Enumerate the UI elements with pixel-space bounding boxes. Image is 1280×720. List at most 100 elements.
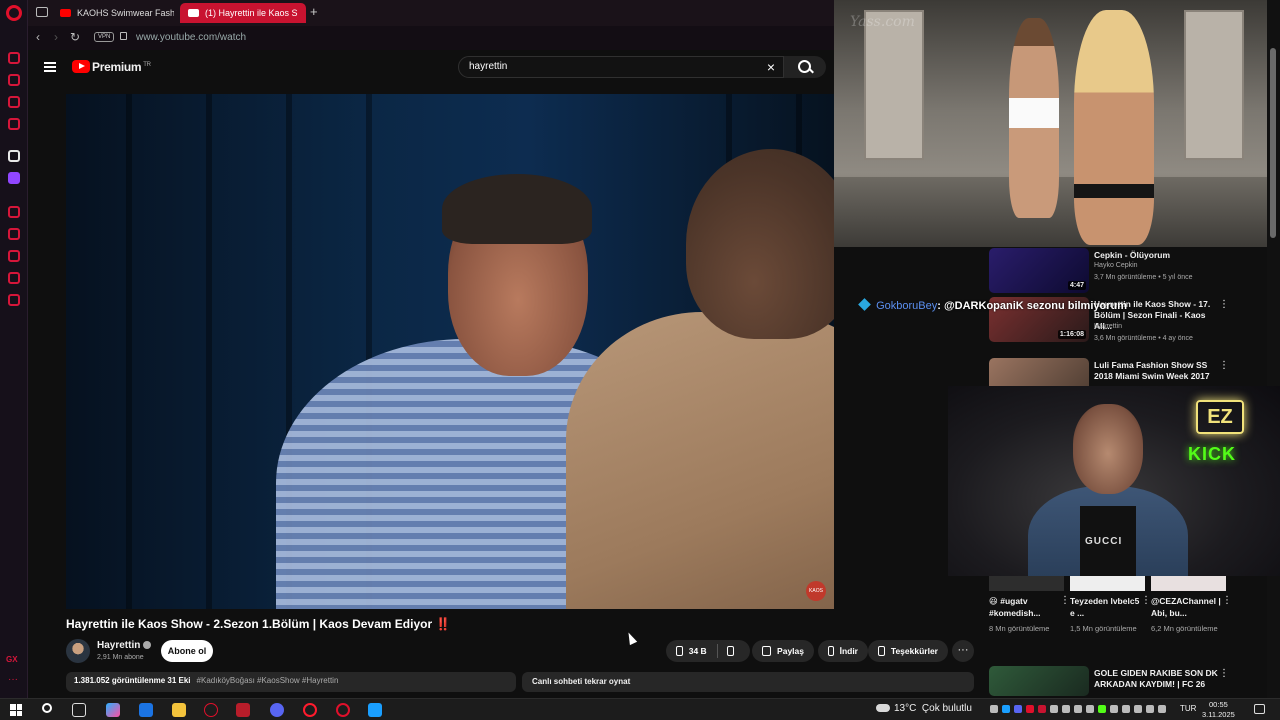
more-icon[interactable]: ⋮ [1219, 360, 1229, 371]
chat-username: GokboruBey [876, 300, 938, 312]
notification-icon[interactable] [1254, 704, 1265, 714]
reco-title[interactable]: Cepkin - Ölüyorum [1094, 250, 1219, 261]
more-icon[interactable]: ⋮ [1060, 595, 1070, 606]
reload-icon[interactable]: ↻ [70, 30, 80, 44]
page-scrollbar[interactable] [1267, 0, 1280, 698]
opera-icon[interactable] [303, 703, 317, 717]
sidebar-settings-icon[interactable] [8, 294, 20, 306]
sidebar-aria-icon[interactable] [8, 150, 20, 162]
opera-gx-alt-icon[interactable] [336, 703, 350, 717]
more-actions-button[interactable]: ··· [952, 640, 974, 662]
tab-hayrettin[interactable]: (1) Hayrettin ile Kaos S [180, 3, 306, 23]
sidebar-history-icon[interactable] [8, 250, 20, 262]
video-watermark-badge: KAOS [806, 581, 826, 601]
thanks-button[interactable]: Teşekkürler [868, 640, 948, 662]
sidebar-bag-icon[interactable] [8, 96, 20, 108]
list-item[interactable]: GOLE GIDEN RAKIBE SON DK ARKADAN KAYDIM!… [989, 666, 1229, 698]
sidebar-more-icon[interactable]: ··· [8, 674, 18, 685]
file-explorer-icon[interactable] [172, 703, 186, 717]
more-icon[interactable]: ⋮ [1141, 595, 1151, 606]
share-button[interactable]: Paylaş [752, 640, 814, 662]
search-input[interactable]: hayrettin × [458, 56, 784, 78]
copilot-icon[interactable] [106, 703, 120, 717]
new-tab-icon[interactable]: + [310, 4, 318, 19]
opera-sidebar: GX ··· [0, 0, 28, 698]
tab-label: KAOHS Swimwear Fashio [77, 8, 174, 18]
cloud-icon [876, 704, 890, 713]
subscriber-count: 2,91 Mn abone [97, 654, 144, 661]
description-box[interactable]: 1.381.052 görüntülenme 31 Eki #KadıköyBoğ… [66, 672, 516, 692]
clear-search-icon[interactable]: × [767, 59, 775, 75]
tab-manager-icon[interactable] [36, 7, 48, 17]
voicemod-icon[interactable] [236, 703, 250, 717]
short-thumbnail[interactable] [989, 575, 1064, 591]
download-button[interactable]: İndir [818, 640, 868, 662]
search-query: hayrettin [469, 61, 508, 72]
short-thumbnail[interactable] [1151, 575, 1226, 591]
video-thumbnail[interactable] [989, 666, 1089, 696]
sidebar-bookmark-icon[interactable] [8, 228, 20, 240]
search-button[interactable] [784, 56, 826, 78]
steam-icon[interactable] [368, 703, 382, 717]
short-thumbnail[interactable] [1070, 575, 1145, 591]
sidebar-news-icon[interactable] [8, 118, 20, 130]
sidebar-twitch-icon[interactable] [8, 172, 20, 184]
more-icon[interactable]: ⋮ [1222, 595, 1232, 606]
system-tray[interactable] [990, 705, 1166, 713]
thumbs-up-icon[interactable] [676, 646, 683, 656]
youtube-logo-icon[interactable] [72, 60, 90, 73]
video-player[interactable]: KAOS [66, 94, 834, 609]
reco-meta: 3,7 Mn görüntüleme • 5 yıl önce [1094, 274, 1193, 281]
runway-model-back [1074, 10, 1154, 245]
short-title[interactable]: 😆 #ugatv #komedish... [989, 595, 1061, 619]
start-button-icon[interactable] [10, 704, 22, 716]
channel-name[interactable]: Hayrettin [97, 640, 152, 651]
watermark-logo: Yass.com [850, 14, 915, 30]
subscribe-button[interactable]: Abone ol [161, 640, 213, 662]
task-view-icon[interactable] [72, 703, 86, 717]
thumbs-down-icon[interactable] [727, 646, 734, 656]
sidebar-store-icon[interactable] [8, 74, 20, 86]
neon-kick-sign: KICK [1188, 444, 1236, 464]
lock-icon[interactable] [120, 32, 127, 40]
reco-channel: Hayko Cepkin [1094, 262, 1138, 269]
short-item[interactable]: 😆 #ugatv #komedish... 8 Mn görüntüleme ⋮ [989, 575, 1070, 647]
opera-gx-icon[interactable] [204, 703, 218, 717]
like-count[interactable]: 34 B [689, 646, 707, 656]
short-title[interactable]: @CEZAChannel | Abi, bu... [1151, 595, 1223, 619]
sidebar-extensions-icon[interactable] [8, 272, 20, 284]
reco-title[interactable]: GOLE GIDEN RAKIBE SON DK ARKADAN KAYDIM!… [1094, 668, 1219, 690]
sidebar-player-icon[interactable] [8, 206, 20, 218]
windows-taskbar: 13°C Çok bulutlu TUR 00:55 3.11.2025 [0, 698, 1280, 720]
vpn-badge[interactable]: VPN [94, 32, 115, 42]
url-field[interactable]: www.youtube.com/watch [136, 32, 246, 43]
opera-logo-icon[interactable] [6, 5, 22, 21]
sidebar-radio-icon[interactable] [8, 52, 20, 64]
sidebar-gx-label[interactable]: GX [6, 655, 18, 664]
chat-replay-button[interactable]: Canlı sohbeti tekrar oynat [522, 672, 974, 692]
more-icon[interactable]: ⋮ [1219, 668, 1229, 679]
discord-icon[interactable] [270, 703, 284, 717]
forward-icon[interactable]: › [54, 30, 58, 44]
back-icon[interactable]: ‹ [36, 30, 40, 44]
more-icon[interactable]: ⋮ [1219, 299, 1229, 310]
short-item[interactable]: Teyzeden lvbelc5 e ... 1,5 Mn görüntülem… [1070, 575, 1151, 647]
list-item[interactable]: 4:47 Cepkin - Ölüyorum Hayko Cepkin 3,7 … [989, 248, 1229, 298]
reco-title[interactable]: Luli Fama Fashion Show SS 2018 Miami Swi… [1094, 360, 1219, 382]
taskbar-search-icon[interactable] [42, 703, 52, 713]
download-icon [828, 646, 834, 656]
scrollbar-thumb[interactable] [1270, 48, 1276, 238]
short-title[interactable]: Teyzeden lvbelc5 e ... [1070, 595, 1142, 619]
language-indicator[interactable]: TUR [1180, 704, 1196, 713]
menu-icon[interactable] [44, 62, 56, 72]
short-item[interactable]: @CEZAChannel | Abi, bu... 6,2 Mn görüntü… [1151, 575, 1232, 647]
weather-widget[interactable]: 13°C Çok bulutlu [876, 703, 972, 714]
video-thumbnail[interactable]: 4:47 [989, 248, 1089, 293]
video-person-jacket [566, 312, 834, 609]
tab-swimwear[interactable]: KAOHS Swimwear Fashio [52, 3, 174, 23]
youtube-brand[interactable]: Premium TR [92, 60, 151, 74]
channel-avatar[interactable] [66, 639, 90, 663]
system-clock[interactable]: 00:55 3.11.2025 [1202, 700, 1235, 720]
edge-icon[interactable] [139, 703, 153, 717]
video-person-hair [442, 174, 592, 244]
